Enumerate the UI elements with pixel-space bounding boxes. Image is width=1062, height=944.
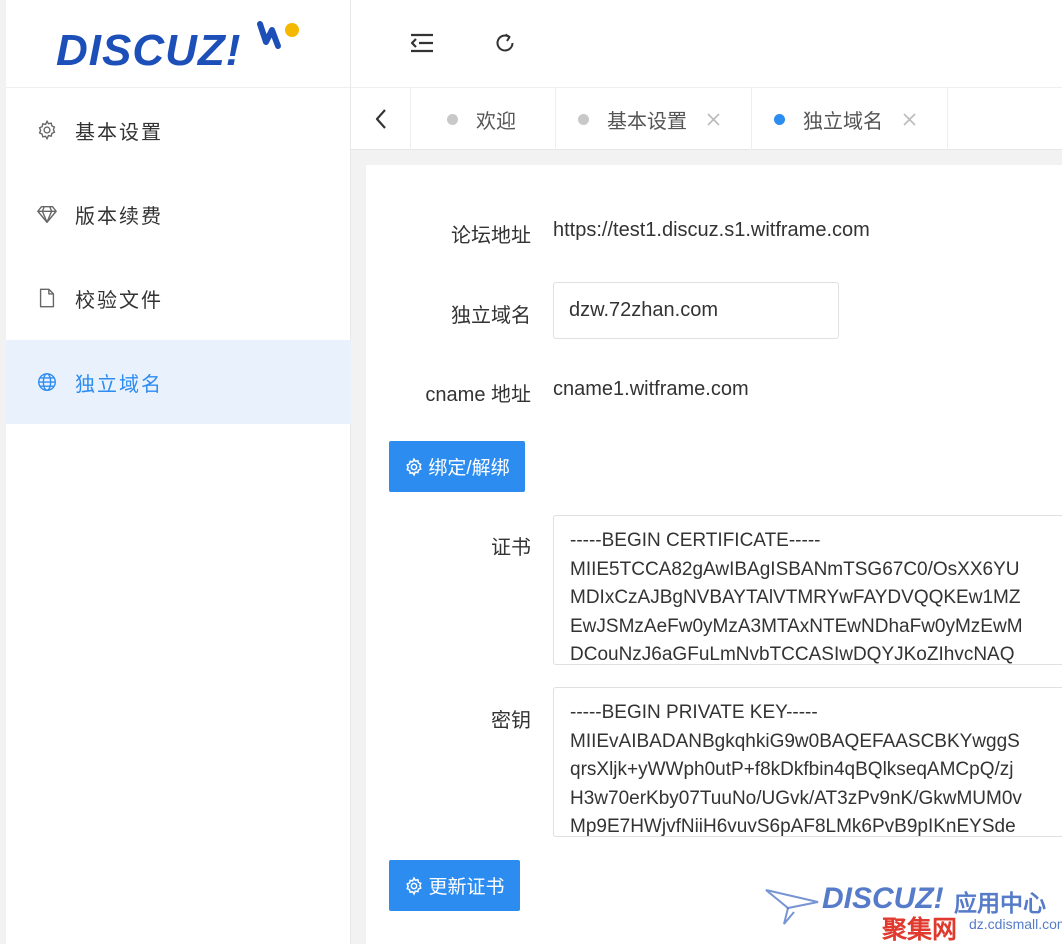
logo-text: DISCUZ! — [56, 26, 242, 75]
sidebar: DISCUZ! 基本设置 版本续费 校验文件 独立域名 — [0, 0, 351, 944]
app-window: DISCUZ! 基本设置 版本续费 校验文件 独立域名 欢迎 基本设置 独立域名… — [0, 0, 1062, 944]
refresh-icon — [496, 33, 514, 52]
menu-collapse-icon — [410, 33, 433, 53]
sidebar-item-renewal[interactable]: 版本续费 — [6, 172, 351, 256]
tab-status-dot — [578, 113, 589, 125]
chevron-left-icon — [375, 109, 386, 129]
tab-basic-settings[interactable]: 基本设置 — [556, 88, 752, 150]
sidebar-item-label: 版本续费 — [75, 205, 163, 228]
certificate-textarea[interactable]: -----BEGIN CERTIFICATE----- MIIE5TCCA82g… — [553, 515, 1062, 665]
update-certificate-button[interactable]: 更新证书 — [389, 860, 520, 911]
tab-status-dot — [774, 113, 785, 125]
logo-mark-icon — [257, 21, 299, 49]
globe-icon — [36, 371, 58, 393]
sidebar-menu: 基本设置 版本续费 校验文件 独立域名 — [6, 88, 351, 424]
file-icon — [36, 287, 58, 309]
certificate-label: 证书 — [491, 537, 531, 559]
tab-label: 欢迎 — [476, 110, 516, 133]
diamond-icon — [36, 203, 58, 225]
gear-icon — [404, 876, 424, 896]
private-key-textarea[interactable]: -----BEGIN PRIVATE KEY----- MIIEvAIBADAN… — [553, 687, 1062, 837]
sidebar-item-basic-settings[interactable]: 基本设置 — [6, 88, 351, 172]
menu-collapse-button[interactable] — [407, 28, 437, 58]
tab-label: 基本设置 — [607, 110, 687, 133]
bind-unbind-button[interactable]: 绑定/解绑 — [389, 441, 525, 492]
tab-welcome[interactable]: 欢迎 — [411, 88, 556, 150]
custom-domain-value: dzw.72zhan.com — [569, 299, 718, 321]
sidebar-item-label: 基本设置 — [75, 121, 163, 144]
cname-label: cname 地址 — [425, 384, 531, 406]
watermark-url: dz.cdismall.com — [969, 916, 1062, 932]
forum-url-label: 论坛地址 — [451, 225, 531, 247]
close-icon[interactable] — [705, 111, 721, 127]
watermark: DISCUZ! 应用中心 聚集网 dz.cdismall.com — [764, 880, 1062, 944]
bind-unbind-label: 绑定/解绑 — [428, 458, 510, 479]
gear-icon — [36, 119, 58, 141]
logo[interactable]: DISCUZ! — [6, 0, 351, 88]
top-header — [351, 0, 1062, 88]
custom-domain-input[interactable]: dzw.72zhan.com — [553, 282, 839, 339]
tab-status-dot — [447, 113, 458, 125]
tab-custom-domain[interactable]: 独立域名 — [752, 88, 948, 150]
sidebar-item-label: 校验文件 — [75, 289, 163, 312]
domain-settings-panel: 论坛地址 https://test1.discuz.s1.witframe.co… — [366, 165, 1062, 944]
sidebar-item-custom-domain[interactable]: 独立域名 — [6, 340, 351, 424]
tab-scroll-left-button[interactable] — [351, 88, 411, 150]
refresh-button[interactable] — [490, 28, 520, 58]
cname-value: cname1.witframe.com — [553, 378, 749, 400]
tab-label: 独立域名 — [803, 110, 883, 133]
close-icon[interactable] — [901, 111, 917, 127]
forum-url-value: https://test1.discuz.s1.witframe.com — [553, 219, 870, 241]
sidebar-item-label: 独立域名 — [75, 373, 163, 396]
tab-bar: 欢迎 基本设置 独立域名 — [351, 88, 1062, 150]
gear-icon — [404, 457, 424, 477]
custom-domain-label: 独立域名 — [451, 305, 531, 327]
sidebar-item-verify-file[interactable]: 校验文件 — [6, 256, 351, 340]
private-key-label: 密钥 — [491, 710, 531, 732]
watermark-app-center: 应用中心 — [954, 890, 1046, 916]
update-certificate-label: 更新证书 — [428, 877, 505, 898]
watermark-site-name: 聚集网 — [882, 916, 958, 944]
paper-plane-icon — [765, 889, 819, 925]
